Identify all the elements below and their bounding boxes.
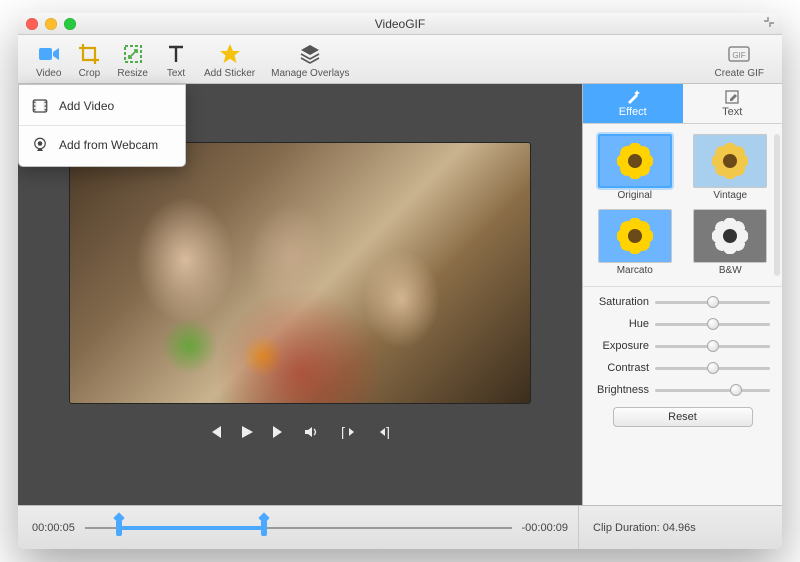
video-dropdown-menu: Add Video Add from Webcam [18,84,186,167]
play-button[interactable] [239,424,255,440]
effect-label: Original [618,190,652,201]
timeline-handle-end[interactable] [261,520,267,536]
clip-duration-value: 04.96s [663,522,696,534]
menu-add-from-webcam[interactable]: Add from Webcam [19,128,185,162]
toolbar-label: Create GIF [715,68,764,79]
svg-text:GIF: GIF [733,51,746,60]
hue-slider[interactable] [655,317,770,331]
main-body: Add Video Add from Webcam [ ] [18,84,782,505]
effect-marcato[interactable]: Marcato [591,209,679,276]
effect-label: B&W [719,265,742,276]
effect-original[interactable]: Original [591,134,679,201]
effect-label: Vintage [713,190,747,201]
time-end-label: -00:00:09 [522,522,568,534]
toolbar-label: Add Sticker [204,68,255,79]
tab-text[interactable]: Text [683,84,783,123]
film-icon [31,97,49,115]
volume-button[interactable] [303,424,319,440]
brightness-row: Brightness [595,379,770,401]
sidebar: Effect Text Original Vintage [582,84,782,505]
slider-label: Contrast [595,362,655,374]
effect-label: Marcato [617,265,653,276]
slider-label: Saturation [595,296,655,308]
crop-icon [77,42,101,66]
clip-duration-label: Clip Duration: [593,522,660,534]
hue-row: Hue [595,313,770,335]
effect-bw[interactable]: B&W [687,209,775,276]
toolbar-resize-button[interactable]: Resize [109,40,156,81]
adjustment-sliders: Saturation Hue Exposure Contrast Brightn… [583,286,782,435]
toolbar-label: Video [36,68,61,79]
svg-text:[: [ [341,425,345,439]
menu-add-video[interactable]: Add Video [19,89,185,123]
wand-icon [625,89,641,105]
toolbar-label: Resize [117,68,148,79]
contrast-row: Contrast [595,357,770,379]
mark-in-button[interactable]: [ [341,425,359,439]
toolbar-create-gif-button[interactable]: GIF Create GIF [707,40,772,81]
toolbar-text-button[interactable]: Text [156,40,196,81]
tab-label: Text [722,106,742,118]
menu-item-label: Add Video [59,99,114,113]
saturation-row: Saturation [595,291,770,313]
video-preview[interactable] [70,143,530,403]
toolbar-label: Crop [79,68,101,79]
sidebar-tabs: Effect Text [583,84,782,124]
toolbar: Video Crop Resize Text Add Sticker Manag… [18,35,782,84]
reset-button[interactable]: Reset [613,407,753,427]
layers-icon [298,42,322,66]
playback-controls: [ ] [18,417,582,447]
gif-icon: GIF [727,42,751,66]
exposure-row: Exposure [595,335,770,357]
toolbar-label: Text [167,68,185,79]
timeline-range[interactable] [119,526,264,530]
star-icon [218,42,242,66]
text-edit-icon [724,89,740,105]
titlebar: VideoGIF [18,13,782,35]
toolbar-overlays-button[interactable]: Manage Overlays [263,40,357,81]
exposure-slider[interactable] [655,339,770,353]
timeline-handle-start[interactable] [116,520,122,536]
webcam-icon [31,136,49,154]
saturation-slider[interactable] [655,295,770,309]
effect-vintage[interactable]: Vintage [687,134,775,201]
tab-label: Effect [619,106,647,118]
time-start-label: 00:00:05 [32,522,75,534]
timeline-bar: 00:00:05 -00:00:09 Clip Duration: 04.96s [18,505,782,549]
menu-separator [19,125,185,126]
brightness-slider[interactable] [655,383,770,397]
menu-item-label: Add from Webcam [59,138,158,152]
toolbar-sticker-button[interactable]: Add Sticker [196,40,263,81]
scrollbar[interactable] [774,134,780,276]
svg-text:]: ] [386,425,390,439]
prev-frame-button[interactable] [207,424,223,440]
effects-grid: Original Vintage Marcato B&W [583,124,782,286]
next-frame-button[interactable] [271,424,287,440]
toolbar-label: Manage Overlays [271,68,349,79]
toolbar-crop-button[interactable]: Crop [69,40,109,81]
text-icon [164,42,188,66]
toolbar-video-button[interactable]: Video [28,40,69,81]
app-window: VideoGIF Video Crop Resize Text Add Stic… [18,13,782,549]
slider-label: Hue [595,318,655,330]
tab-effect[interactable]: Effect [583,84,683,123]
mark-out-button[interactable]: ] [375,425,393,439]
slider-label: Brightness [595,384,655,396]
clip-duration: Clip Duration: 04.96s [578,506,768,549]
timeline-track[interactable] [85,518,512,538]
slider-label: Exposure [595,340,655,352]
video-icon [37,42,61,66]
contrast-slider[interactable] [655,361,770,375]
fullscreen-icon[interactable] [764,17,774,30]
resize-icon [121,42,145,66]
window-title: VideoGIF [18,17,782,31]
